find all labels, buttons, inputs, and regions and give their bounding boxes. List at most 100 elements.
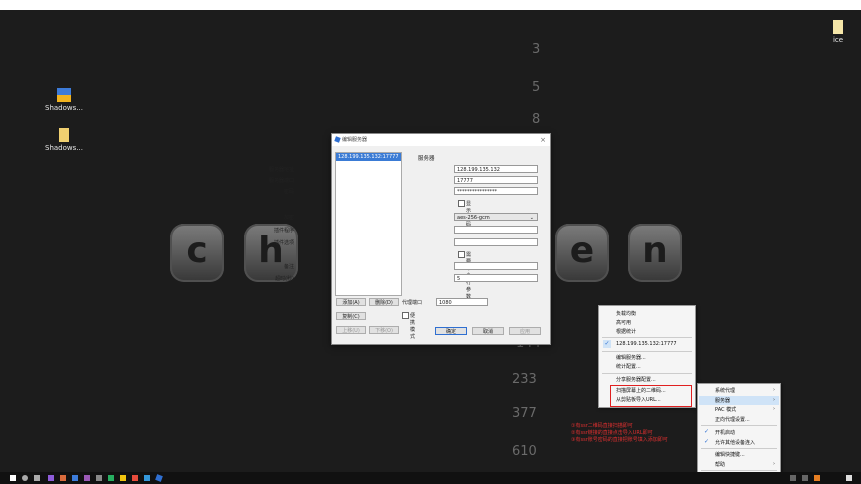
menu-separator (602, 373, 692, 374)
top-border (0, 0, 861, 10)
menu-item[interactable]: 负载均衡 (616, 310, 636, 317)
desktop-file-shadowsocks[interactable]: Shadows... (40, 128, 88, 152)
tray-icon[interactable] (802, 475, 808, 481)
menu-item[interactable]: 统计配置... (616, 363, 641, 370)
shadowsocks-icon[interactable] (155, 474, 163, 482)
menu-item-servers[interactable]: 服务器 (715, 397, 730, 404)
field-label: 加密 (283, 215, 294, 221)
check-icon: ✓ (704, 438, 710, 445)
field-label: 服务器端口 (268, 178, 294, 184)
menu-item[interactable]: 分享服务器配置... (616, 376, 656, 383)
taskbar-app-icon[interactable] (96, 475, 102, 481)
taskbar-app-icon[interactable] (72, 475, 78, 481)
menu-separator (602, 337, 692, 338)
chevron-right-icon: › (773, 461, 775, 467)
desktop-icon-label: Shadows... (45, 144, 83, 152)
menu-item[interactable]: 帮助 (715, 461, 725, 468)
menu-separator (701, 425, 777, 426)
annotation-line: ②有ssr链接的直接点击导入URL即可 (571, 430, 653, 436)
wallpaper-number: 233 (512, 372, 537, 387)
server-port-input[interactable]: 17777 (454, 176, 538, 184)
menu-separator (701, 448, 777, 449)
show-password-checkbox[interactable] (458, 200, 465, 207)
close-button[interactable]: × (540, 134, 546, 146)
taskbar-app-icon[interactable] (108, 475, 114, 481)
menu-item[interactable]: 允许其他设备连入 (715, 439, 755, 446)
wallpaper-number: 377 (512, 406, 537, 421)
server-group-label: 服务器 (418, 156, 435, 162)
menu-item[interactable]: 根据统计 (616, 328, 636, 335)
taskbar-app-icon[interactable] (84, 475, 90, 481)
move-down-button[interactable]: 下移(O) (369, 326, 399, 334)
plugin-args-checkbox[interactable] (458, 251, 465, 258)
annotation-line: ①有ssr二维码直接扫描即可 (571, 423, 633, 429)
desktop-icon-label: ice (832, 36, 844, 44)
field-label: 备注 (283, 264, 294, 270)
encryption-select[interactable]: aes-256-gcm ⌄ (454, 213, 538, 221)
remark-input[interactable] (454, 262, 538, 270)
field-label: 插件程序 (273, 228, 294, 234)
wallpaper-number: 8 (532, 112, 541, 127)
dialog-titlebar: 编辑服务器 × (332, 134, 550, 146)
server-list[interactable]: 128.199.135.132:17777 (335, 152, 402, 296)
wallpaper-number: 5 (532, 80, 541, 95)
chevron-right-icon: › (773, 387, 775, 393)
delete-button[interactable]: 删除(D) (369, 298, 399, 306)
task-view-icon[interactable] (34, 475, 40, 481)
dialog-title: 编辑服务器 (342, 137, 368, 143)
tray-icon[interactable] (790, 475, 796, 481)
password-input[interactable]: **************** (454, 187, 538, 195)
apply-button[interactable]: 应用 (509, 327, 541, 335)
plugin-options-input[interactable] (454, 238, 538, 246)
desktop-file-ice[interactable]: ice (814, 20, 861, 44)
wallpaper-logo-letter: c (170, 224, 224, 282)
chevron-down-icon: ⌄ (529, 215, 534, 221)
desktop: 3 5 8 144 233 377 610 c h e n Shadows...… (0, 0, 861, 484)
menu-item[interactable]: 编辑快捷键... (715, 451, 745, 458)
desktop-icon-label: Shadows... (45, 104, 83, 112)
shadowsocks-file-icon (59, 128, 69, 142)
tray-menu: 系统代理 › 服务器 › PAC 模式 › 正向代理设置... ✓ 开机启动 ✓… (697, 383, 781, 484)
wallpaper-logo-letter: n (628, 224, 682, 282)
menu-item[interactable]: 编辑服务器... (616, 354, 646, 361)
highlight-box (610, 385, 692, 407)
wallpaper-number: 3 (532, 42, 541, 57)
proxy-port-input[interactable]: 1080 (436, 298, 488, 306)
menu-item[interactable]: 高可用 (616, 319, 631, 326)
shadowsocks-shortcut-icon (57, 88, 71, 102)
server-list-item[interactable]: 128.199.135.132:17777 (336, 153, 401, 161)
chevron-right-icon: › (773, 406, 775, 412)
taskbar-app-icon[interactable] (144, 475, 150, 481)
desktop-shortcut-shadowsocks[interactable]: Shadows... (40, 88, 88, 112)
timeout-input[interactable]: 5 (454, 274, 538, 282)
taskbar-app-icon[interactable] (48, 475, 54, 481)
search-icon[interactable] (22, 475, 28, 481)
notification-icon[interactable] (846, 475, 852, 481)
move-up-button[interactable]: 上移(U) (336, 326, 366, 334)
field-label: 插件选项 (273, 240, 294, 246)
portable-mode-checkbox[interactable] (402, 312, 409, 319)
field-label: 密码 (283, 189, 294, 195)
menu-item[interactable]: 系统代理 (715, 387, 735, 394)
plugin-program-input[interactable] (454, 226, 538, 234)
add-button[interactable]: 添加(A) (336, 298, 366, 306)
menu-item-server[interactable]: 128.199.135.132:17777 (616, 341, 677, 347)
menu-item[interactable]: PAC 模式 (715, 406, 736, 413)
taskbar-app-icon[interactable] (60, 475, 66, 481)
checkbox-label: 便携模式 (410, 313, 416, 340)
server-address-input[interactable]: 128.199.135.132 (454, 165, 538, 173)
cancel-button[interactable]: 取消 (472, 327, 504, 335)
ok-button[interactable]: 确定 (435, 327, 467, 335)
duplicate-button[interactable]: 复制(C) (336, 312, 366, 320)
annotation-line: ③有ssr账号密码的直接把账号填入添加即可 (571, 437, 668, 443)
tray-icon[interactable] (814, 475, 820, 481)
encryption-value: aes-256-gcm (457, 215, 490, 221)
edit-server-dialog: 编辑服务器 × 128.199.135.132:17777 服务器 服务器地址 … (269, 133, 551, 345)
field-label: 超时(秒) (275, 276, 294, 282)
folder-icon[interactable] (120, 475, 126, 481)
menu-item-highlight (699, 396, 779, 405)
menu-item[interactable]: 正向代理设置... (715, 416, 750, 423)
windows-start-icon[interactable] (10, 475, 16, 481)
menu-item[interactable]: 开机启动 (715, 429, 735, 436)
taskbar-app-icon[interactable] (132, 475, 138, 481)
